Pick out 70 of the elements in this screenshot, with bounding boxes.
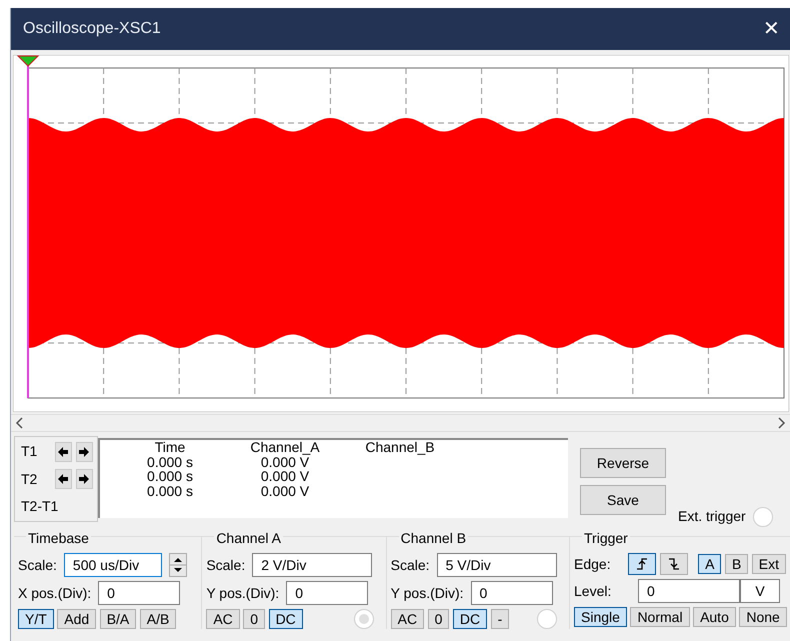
cursor-label: T1 — [21, 442, 38, 461]
scale-field[interactable]: 500 us/Div — [64, 553, 162, 577]
readout-value: 0.000 V — [260, 454, 310, 470]
position-field[interactable]: 0 — [286, 581, 368, 605]
right-arrow-button[interactable] — [76, 442, 93, 462]
coupling-button[interactable]: AC — [206, 609, 240, 629]
column-header: Channel_A — [249, 440, 321, 455]
field-label: X pos.(Div): — [18, 584, 92, 603]
coupling-button[interactable]: DC — [268, 609, 303, 629]
scroll-right-icon[interactable] — [776, 417, 786, 429]
source-button[interactable]: A — [698, 554, 722, 574]
right-arrow-icon — [78, 446, 90, 458]
rising-edge-icon — [635, 556, 650, 572]
rising-edge-button[interactable] — [628, 553, 656, 575]
unit-field[interactable]: V — [740, 579, 780, 603]
mode-button[interactable]: B/A — [100, 609, 136, 629]
source-button[interactable]: Ext — [752, 554, 786, 574]
left-arrow-button[interactable] — [54, 442, 72, 462]
field-label: Scale: — [206, 556, 246, 574]
scale-field[interactable]: 5 V/Div — [436, 553, 557, 577]
coupling-button[interactable]: DC — [452, 609, 488, 629]
coupling-button[interactable]: 0 — [243, 609, 266, 629]
cursor-label: T2 — [21, 470, 38, 488]
horizontal-scrollbar[interactable] — [11, 414, 790, 432]
close-button[interactable]: ✕ — [759, 14, 784, 44]
trigger-mode-button[interactable]: None — [739, 607, 787, 627]
right-arrow-button[interactable] — [76, 469, 93, 489]
mode-button[interactable]: Add — [57, 609, 96, 629]
level-field[interactable]: 0 — [638, 579, 740, 603]
field-label: Level: — [574, 582, 612, 600]
readout-value: 0.000 s — [146, 454, 194, 470]
field-label: Scale: — [18, 556, 57, 574]
mode-button[interactable]: Y/T — [18, 609, 54, 629]
position-field[interactable]: 0 — [98, 581, 180, 605]
action-button[interactable]: Reverse — [580, 448, 666, 478]
right-arrow-icon — [78, 473, 90, 485]
readout-value: 0.000 V — [260, 469, 310, 484]
cursor-label: T2-T1 — [21, 497, 58, 516]
position-field[interactable]: 0 — [470, 581, 553, 605]
trigger-mode-button[interactable]: Auto — [693, 607, 736, 627]
scale-field[interactable]: 2 V/Div — [252, 553, 372, 577]
ext-trigger-radio[interactable] — [752, 506, 773, 526]
field-label: Y pos.(Div): — [390, 584, 464, 603]
field-label: Edge: — [574, 554, 611, 574]
source-button[interactable]: B — [724, 554, 748, 574]
channel-radio[interactable] — [537, 609, 558, 629]
column-header: Channel_B — [364, 440, 436, 455]
trigger-mode-button[interactable]: Single — [574, 607, 627, 627]
field-label: Scale: — [390, 556, 430, 574]
left-arrow-button[interactable] — [54, 469, 72, 489]
falling-edge-button[interactable] — [660, 553, 688, 575]
coupling-button[interactable]: - — [490, 609, 510, 629]
column-header: Time — [154, 440, 186, 455]
window-title: Oscilloscope-XSC1 — [23, 19, 161, 39]
left-arrow-icon — [57, 473, 70, 485]
cursor-marker-icon[interactable] — [16, 56, 40, 67]
mode-button[interactable]: A/B — [140, 609, 176, 629]
readout-value: 0.000 s — [146, 469, 194, 484]
scroll-left-icon[interactable] — [15, 417, 25, 429]
spin-button[interactable] — [168, 553, 187, 577]
left-arrow-icon — [57, 446, 70, 458]
field-label: Y pos.(Div): — [206, 584, 280, 603]
falling-edge-icon — [666, 556, 681, 572]
ext-trigger-label: Ext. trigger — [678, 507, 746, 526]
action-button[interactable]: Save — [580, 485, 666, 515]
readout-value: 0.000 V — [260, 484, 310, 499]
readout-value: 0.000 s — [146, 484, 194, 499]
coupling-button[interactable]: 0 — [428, 609, 450, 629]
coupling-button[interactable]: AC — [390, 609, 424, 629]
trigger-mode-button[interactable]: Normal — [630, 607, 690, 627]
